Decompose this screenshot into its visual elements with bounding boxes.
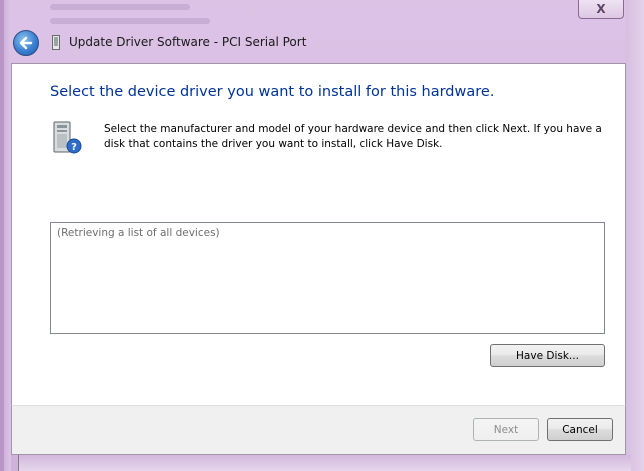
- background-window-content: [30, 0, 330, 30]
- instructions-text: Select the manufacturer and model of you…: [104, 123, 602, 150]
- back-arrow-icon: [19, 36, 33, 50]
- device-icon: [52, 35, 60, 50]
- window-outer-edge: [0, 0, 4, 471]
- window-right-border: [626, 0, 644, 471]
- back-button[interactable]: [13, 30, 39, 56]
- have-disk-button[interactable]: Have Disk...: [490, 344, 605, 367]
- window-bottom-border: [18, 455, 631, 471]
- svg-text:?: ?: [71, 142, 77, 153]
- close-button[interactable]: X: [578, 0, 624, 19]
- device-list[interactable]: (Retrieving a list of all devices): [50, 222, 605, 334]
- page-title: Select the device driver you want to ins…: [50, 84, 495, 100]
- window-title: Update Driver Software - PCI Serial Port: [69, 35, 307, 49]
- dialog-footer: Next Cancel: [11, 405, 626, 455]
- dialog-content: Select the device driver you want to ins…: [11, 63, 626, 405]
- cancel-button[interactable]: Cancel: [547, 418, 613, 441]
- hardware-question-icon: ?: [53, 121, 82, 154]
- close-icon: X: [596, 2, 606, 16]
- device-list-placeholder: (Retrieving a list of all devices): [57, 227, 220, 239]
- next-button[interactable]: Next: [473, 418, 539, 441]
